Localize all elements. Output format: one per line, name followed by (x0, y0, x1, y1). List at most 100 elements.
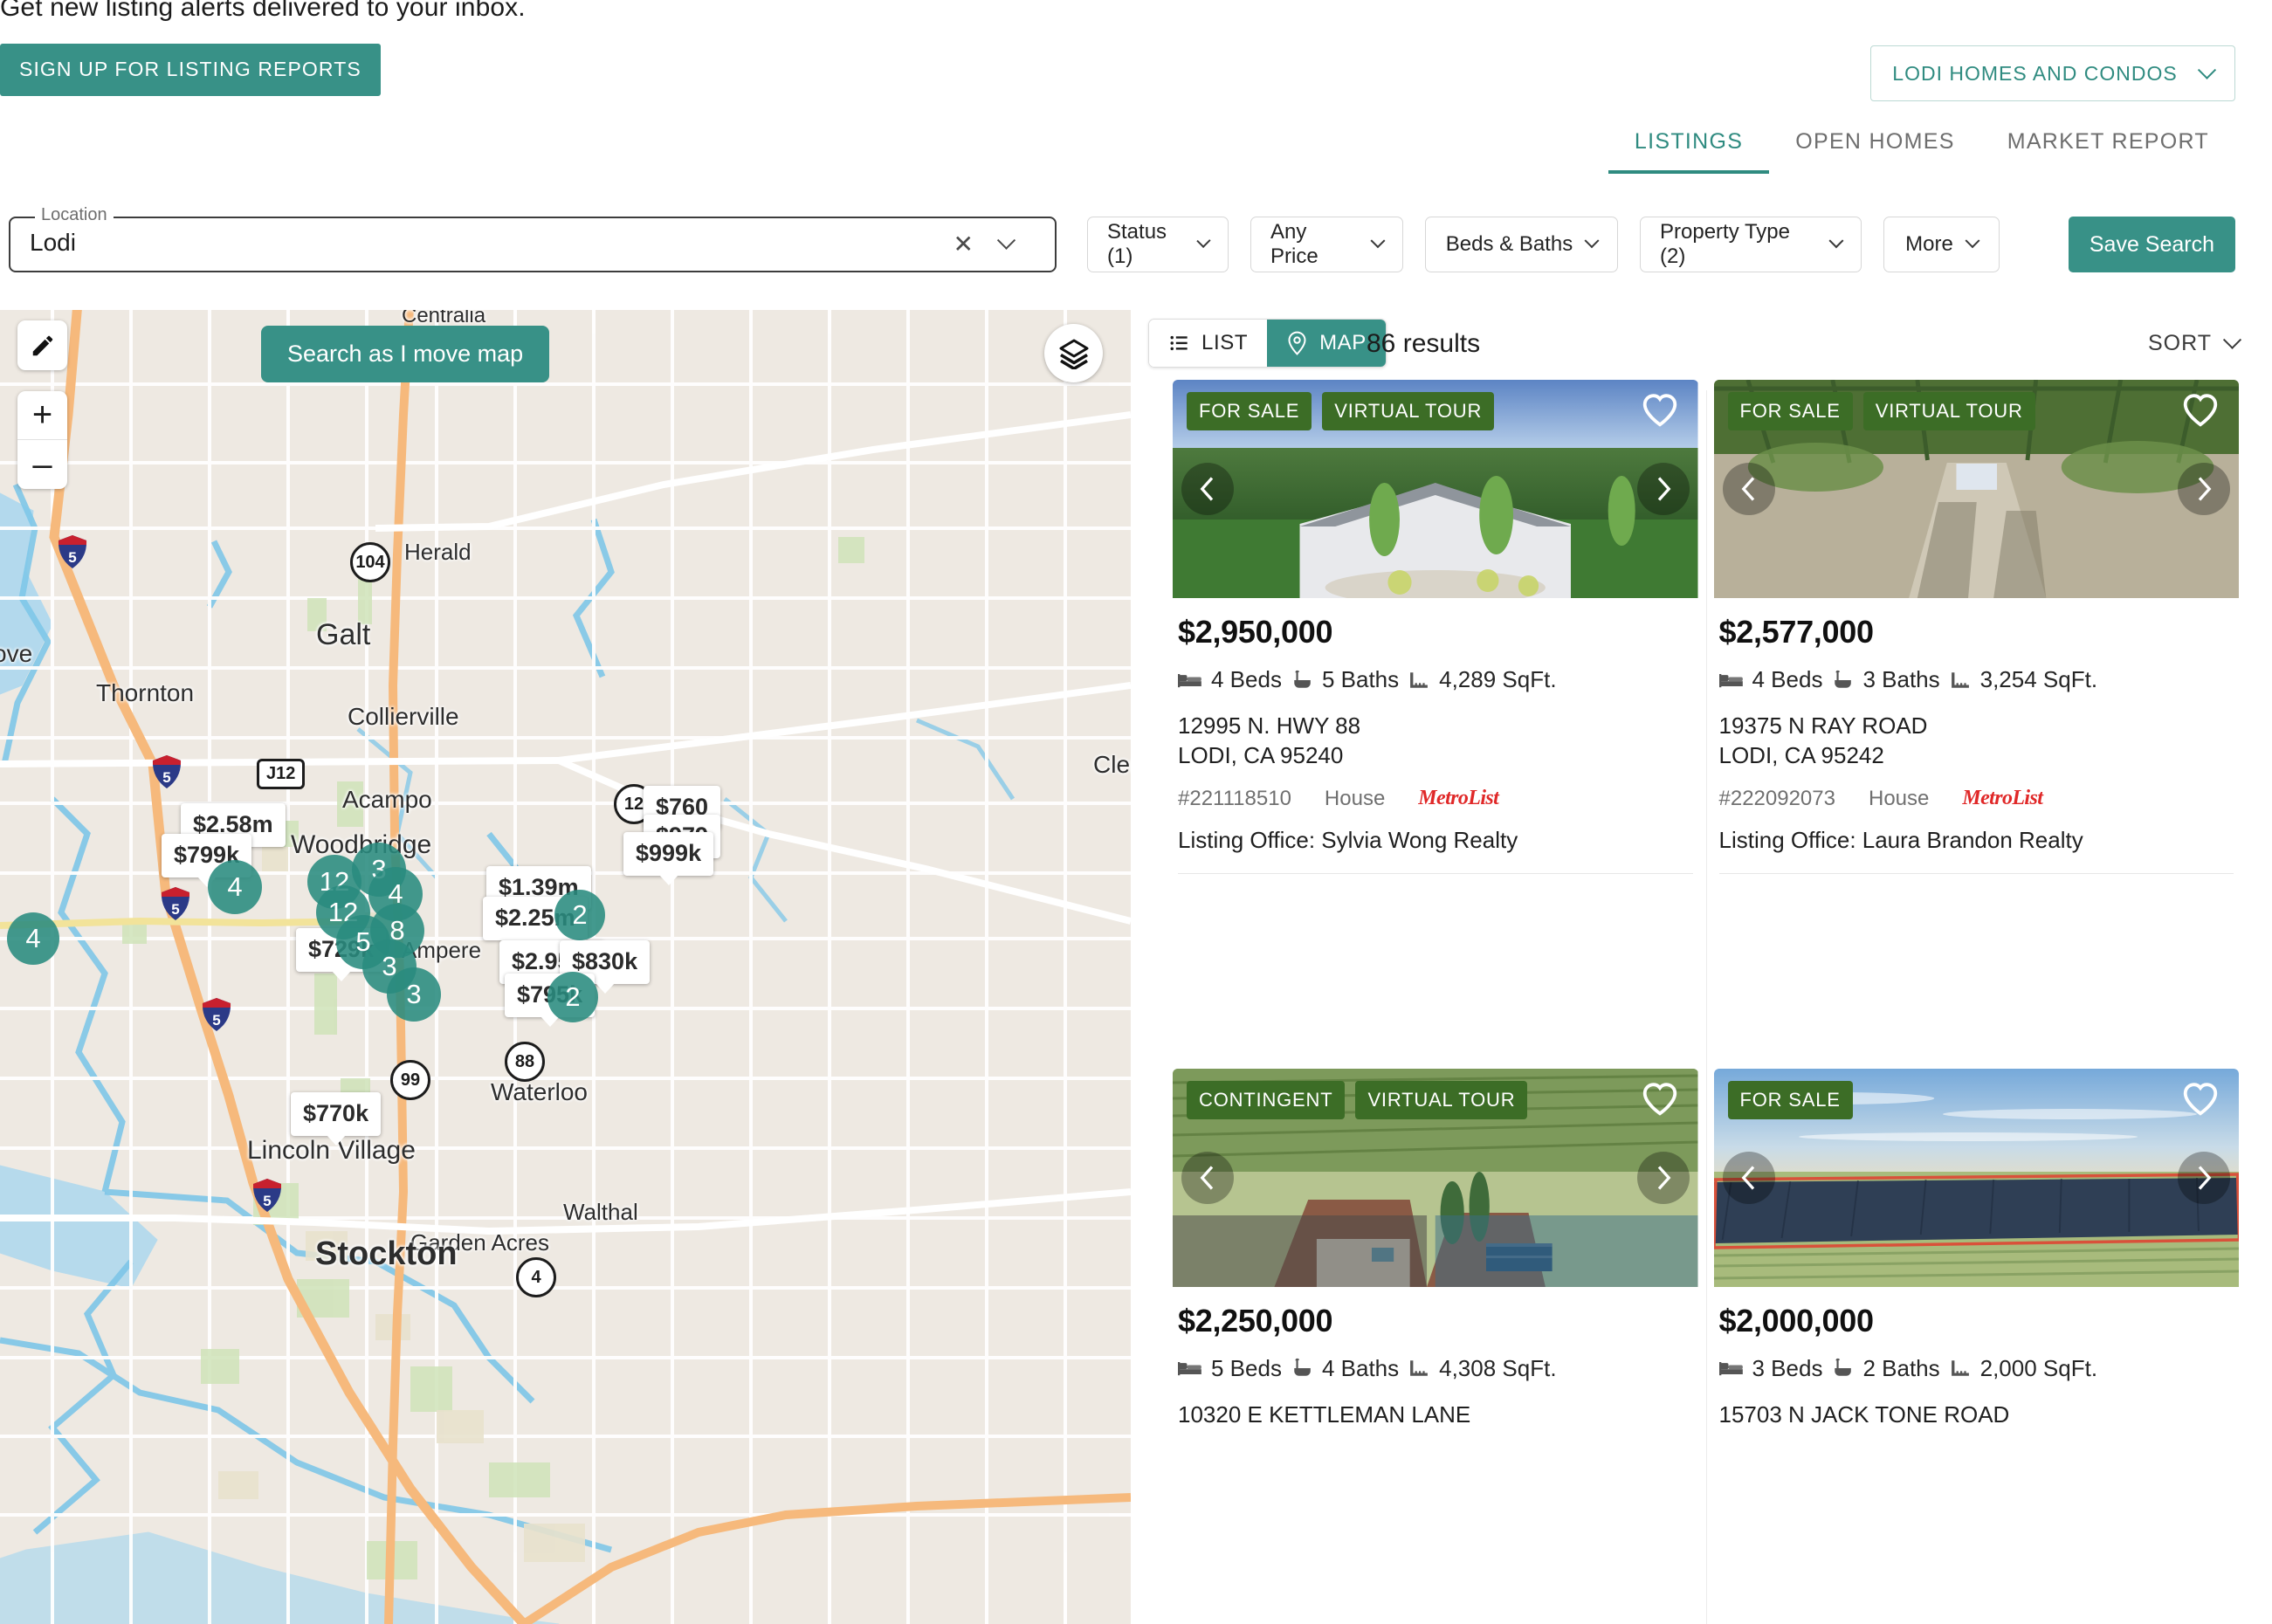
listing-sqft: 2,000 SqFt. (1979, 1354, 2098, 1381)
bath-icon (1291, 670, 1313, 691)
location-field-wrapper: Location ✕ (9, 205, 1057, 272)
interstate-5-shield-icon: 5 (161, 887, 190, 920)
filter-beds-baths-label: Beds & Baths (1445, 232, 1573, 256)
filter-status-label: Status (1) (1107, 220, 1167, 268)
filter-beds-baths-button[interactable]: Beds & Baths (1425, 217, 1618, 272)
zoom-out-button[interactable]: – (17, 440, 67, 489)
view-toggle: LIST MAP (1148, 319, 1387, 368)
area-icon (1949, 1359, 1972, 1378)
filter-price-button[interactable]: Any Price (1250, 217, 1403, 272)
listing-badges: CONTINGENT VIRTUAL TOUR (1187, 1080, 1528, 1119)
sign-up-for-listing-reports-button[interactable]: SIGN UP FOR LISTING REPORTS (0, 44, 381, 96)
close-icon[interactable]: ✕ (954, 232, 974, 257)
photo-prev-button[interactable] (1722, 1151, 1775, 1204)
bed-icon (1718, 1359, 1744, 1378)
tab-market-report[interactable]: MARKET REPORT (1981, 129, 2235, 174)
photo-next-button[interactable] (1636, 1151, 1690, 1204)
listing-photo[interactable]: FOR SALE VIRTUAL TOUR (1713, 380, 2239, 598)
location-input[interactable] (30, 229, 903, 257)
listing-specs: 5 Beds 4 Baths 4,308 SqFt. (1178, 1355, 1693, 1382)
photo-next-button[interactable] (1636, 463, 1690, 515)
listing-cards-grid: FOR SALE VIRTUAL TOUR $2,950,000 4 Beds … (1139, 380, 2272, 1624)
listing-photo[interactable]: CONTINGENT VIRTUAL TOUR (1173, 1068, 1698, 1287)
photo-prev-button[interactable] (1181, 1151, 1234, 1204)
listing-specs: 3 Beds 2 Baths 2,000 SqFt. (1718, 1354, 2234, 1382)
results-panel: LIST MAP 86 results SORT FOR SALE VIRTUA… (1139, 310, 2272, 1624)
filter-property-type-button[interactable]: Property Type (2) (1640, 217, 1862, 272)
chevron-down-icon (1196, 233, 1211, 248)
map-panel[interactable]: Centralia Herald Galt ove Thornton Colli… (0, 310, 1131, 1624)
listing-address-line1: 10320 E KETTLEMAN LANE (1178, 1400, 1471, 1428)
metrolist-logo: MetroList (1962, 787, 2043, 810)
map-price-pin[interactable]: $770k (291, 1092, 382, 1146)
listing-card[interactable]: FOR SALE VIRTUAL TOUR $2,577,000 4 Beds … (1713, 380, 2239, 1069)
map-cluster-marker[interactable]: 2 (547, 972, 598, 1022)
listing-card[interactable]: CONTINGENT VIRTUAL TOUR $2,250,000 5 Bed… (1173, 1068, 1698, 1624)
route-4-shield-icon: 4 (516, 1257, 556, 1297)
card-divider (1178, 872, 1693, 874)
map-cluster-marker[interactable]: 2 (554, 890, 605, 940)
listing-details: $2,950,000 4 Beds 5 Baths 4,289 SqFt. 12… (1173, 598, 1698, 874)
listing-details: $2,000,000 3 Beds 2 Baths 2,000 SqFt. 15… (1714, 1287, 2240, 1429)
svg-text:5: 5 (162, 769, 170, 786)
map-cluster-marker[interactable]: 4 (208, 860, 262, 914)
tab-open-homes[interactable]: OPEN HOMES (1769, 129, 1980, 174)
map-price-pin[interactable]: $999k (623, 832, 714, 885)
favorite-heart-icon[interactable] (2181, 392, 2220, 431)
view-toggle-list[interactable]: LIST (1149, 320, 1268, 367)
route-99-shield-icon: 99 (390, 1060, 430, 1100)
save-search-button[interactable]: Save Search (2068, 217, 2235, 272)
svg-text:5: 5 (171, 901, 179, 918)
chevron-down-icon (1828, 233, 1844, 249)
listing-card[interactable]: FOR SALE VIRTUAL TOUR $2,950,000 4 Beds … (1173, 380, 1698, 1069)
listing-alerts-banner-text: Get new listing alerts delivered to your… (0, 0, 526, 22)
listing-photo[interactable]: FOR SALE VIRTUAL TOUR (1173, 380, 1698, 598)
filter-more-button[interactable]: More (1883, 217, 2000, 272)
route-j12-shield-icon: J12 (257, 759, 306, 789)
virtual-tour-badge: VIRTUAL TOUR (1322, 392, 1495, 430)
chevron-down-icon[interactable] (996, 231, 1016, 250)
photo-next-button[interactable] (2178, 463, 2230, 515)
saved-search-label: LODI HOMES AND CONDOS (1892, 61, 2178, 85)
saved-search-dropdown[interactable]: LODI HOMES AND CONDOS (1870, 45, 2235, 101)
favorite-heart-icon[interactable] (2181, 1081, 2220, 1120)
listing-card[interactable]: FOR SALE $2,000,000 3 Beds 2 Baths 2,000… (1713, 1068, 2240, 1624)
sort-dropdown[interactable]: SORT (2148, 330, 2242, 356)
filter-status-button[interactable]: Status (1) (1087, 217, 1229, 272)
map-cluster-marker[interactable]: 3 (387, 967, 441, 1022)
bath-icon (1291, 1358, 1313, 1379)
map-layers-button[interactable] (1044, 324, 1103, 382)
bed-icon (1178, 1359, 1202, 1378)
list-icon (1170, 335, 1188, 351)
map-cluster-marker[interactable]: 4 (7, 912, 59, 965)
favorite-heart-icon[interactable] (1641, 1081, 1679, 1120)
location-field-legend: Location (35, 205, 114, 225)
bed-icon (1178, 671, 1202, 690)
status-badge: FOR SALE (1727, 392, 1853, 430)
listing-beds: 5 Beds (1211, 1354, 1282, 1381)
tab-listings[interactable]: LISTINGS (1608, 129, 1770, 174)
photo-prev-button[interactable] (1181, 463, 1234, 515)
photo-next-button[interactable] (2178, 1151, 2230, 1204)
svg-text:5: 5 (263, 1193, 271, 1209)
listing-baths: 3 Baths (1862, 666, 1940, 692)
status-badge: CONTINGENT (1187, 1080, 1346, 1119)
listing-price: $2,577,000 (1718, 614, 1874, 650)
area-icon (1408, 671, 1430, 690)
draw-on-map-button[interactable] (17, 320, 67, 370)
listing-photo[interactable]: FOR SALE (1713, 1068, 2239, 1287)
listing-address: 15703 N JACK TONE ROAD (1719, 1400, 2234, 1429)
view-toggle-map-label: MAP (1319, 331, 1367, 354)
map-label-clements: Clem (1093, 751, 1131, 778)
favorite-heart-icon[interactable] (1641, 392, 1679, 431)
listing-badges: FOR SALE VIRTUAL TOUR (1187, 392, 1495, 430)
zoom-in-button[interactable]: + (17, 391, 67, 440)
photo-prev-button[interactable] (1722, 463, 1775, 515)
filter-more-label: More (1905, 232, 1953, 256)
map-label-acampo: Acampo (342, 786, 432, 813)
filter-property-type-label: Property Type (2) (1660, 220, 1790, 268)
listing-price: $2,950,000 (1178, 614, 1333, 650)
listing-price: $2,250,000 (1178, 1302, 1333, 1338)
filter-bar: Location ✕ Status (1) Any Price Beds & B… (0, 205, 2272, 278)
search-as-i-move-map-button[interactable]: Search as I move map (261, 326, 550, 382)
